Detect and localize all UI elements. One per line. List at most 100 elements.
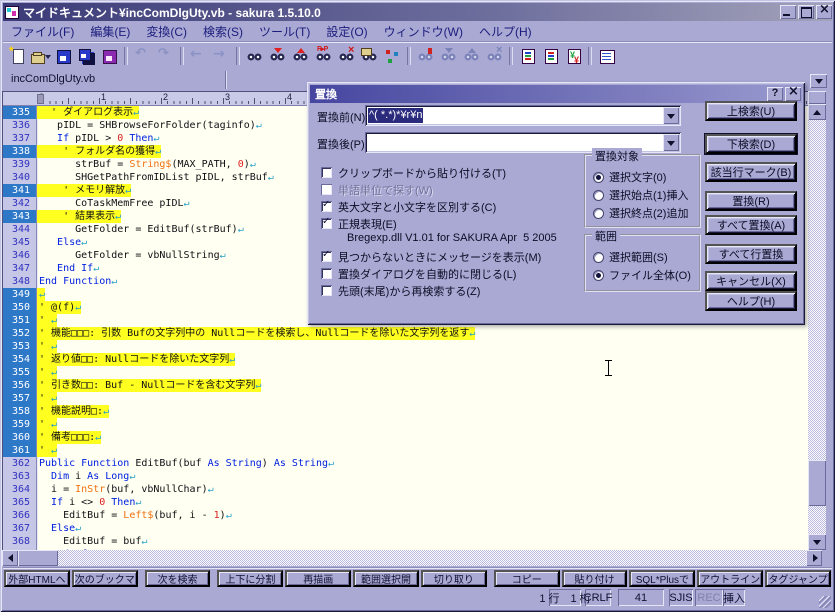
code-line[interactable]: 355 ' [3, 366, 808, 379]
radio-selection-scope[interactable]: 選択範囲(S) [592, 248, 697, 266]
fkey-button[interactable]: 再描画 [285, 570, 351, 587]
menu-settings[interactable]: 設定(O) [318, 22, 375, 41]
checkbox-paste-from-clipboard[interactable]: クリップボードから貼り付ける(T) [319, 164, 589, 181]
fkey-button[interactable]: 範囲選択開 [353, 570, 419, 587]
search-button[interactable] [243, 45, 266, 67]
cancel-button[interactable]: キャンセル(X) [705, 271, 797, 291]
grep-button[interactable] [358, 45, 381, 67]
checkbox-autoclose-dialog[interactable]: 置換ダイアログを自動的に閉じる(L) [319, 265, 589, 282]
code-line[interactable]: 364 i = InStr(buf, vbNullChar) [3, 483, 808, 496]
code-line[interactable]: 367 Else [3, 522, 808, 535]
checkbox-icon[interactable] [321, 268, 332, 279]
scroll-left-button[interactable] [2, 550, 18, 566]
code-line[interactable]: 363 Dim i As Long [3, 470, 808, 483]
horizontal-scrollbar[interactable] [2, 550, 822, 566]
replace-all-lines-button[interactable]: すべて行置換 [705, 244, 797, 264]
fkey-button[interactable]: タグジャンプ [765, 570, 831, 587]
help-button[interactable]: ヘルプ(H) [705, 291, 797, 311]
fkey-button[interactable]: アウトライン [697, 570, 763, 587]
code-line[interactable]: 357 ' [3, 392, 808, 405]
tag-jump-button[interactable] [381, 45, 404, 67]
save-all-button[interactable] [75, 45, 98, 67]
menu-file[interactable]: ファイル(F) [3, 22, 82, 41]
checkbox-regex[interactable]: 正規表現(E) [319, 215, 589, 232]
tab-incComDlgUty[interactable]: incComDlgUty.vb [11, 73, 95, 85]
fkey-button[interactable]: 次を検索 [145, 570, 211, 587]
code-line[interactable]: 366 EditBuf = Left$(buf, i - 1) [3, 509, 808, 522]
code-line[interactable]: 360 ' 備考□□□: [3, 431, 808, 444]
code-line[interactable]: 358 ' 機能説明□: [3, 405, 808, 418]
combo-dropdown-icon[interactable] [663, 107, 679, 124]
scroll-down-button[interactable] [808, 534, 826, 550]
menu-convert[interactable]: 変換(C) [138, 22, 195, 41]
radio-append-at-end[interactable]: 選択終点(2)追加 [592, 204, 697, 222]
outline-button[interactable] [595, 45, 618, 67]
code-line[interactable]: 365 If i <> 0 Then [3, 496, 808, 509]
search-prev-button[interactable] [289, 45, 312, 67]
radio-insert-at-start[interactable]: 選択始点(1)挿入 [592, 186, 697, 204]
common-settings-button[interactable] [539, 45, 562, 67]
checkbox-wrap-search[interactable]: 先頭(末尾)から再検索する(Z) [319, 282, 589, 299]
checkbox-case-sensitive[interactable]: 英大文字と小文字を区別する(C) [319, 198, 589, 215]
fkey-button[interactable]: 外部HTMLヘ [4, 570, 70, 587]
radio-icon[interactable] [593, 208, 604, 219]
menu-tools[interactable]: ツール(T) [251, 22, 318, 41]
search-before-combobox[interactable]: ^( *.*)*¥r¥n [365, 105, 681, 126]
replace-all-button[interactable]: すべて置換(A) [705, 215, 797, 235]
bookmark-clear-button[interactable] [483, 45, 506, 67]
code-line[interactable]: 353 ' [3, 340, 808, 353]
code-line[interactable]: 352 ' 機能□□□: 引数 Bufの文字列中の Nullコードを検索し、Nu… [3, 327, 808, 340]
code-line[interactable]: 361 ' [3, 444, 808, 457]
hscroll-thumb[interactable] [18, 550, 58, 566]
code-line[interactable]: 362 Public Function EditBuf(buf As Strin… [3, 457, 808, 470]
checkbox-icon[interactable] [321, 218, 332, 229]
code-line[interactable]: 356 ' 引き数□□: Buf - Nullコードを含む文字列 [3, 379, 808, 392]
checkbox-icon[interactable] [321, 201, 332, 212]
resize-grip[interactable] [819, 596, 831, 608]
open-dropdown-arrow-icon[interactable] [44, 48, 52, 64]
checkbox-icon[interactable] [321, 167, 332, 178]
code-line[interactable]: 368 EditBuf = buf [3, 535, 808, 548]
menu-edit[interactable]: 編集(E) [82, 22, 138, 41]
menu-help[interactable]: ヘルプ(H) [471, 22, 540, 41]
search-next-button[interactable] [266, 45, 289, 67]
save-button[interactable] [52, 45, 75, 67]
radio-icon[interactable] [593, 270, 604, 281]
redo-button[interactable] [154, 45, 177, 67]
code-line[interactable]: 354 ' 返り値□□: Nullコードを除いた文字列 [3, 353, 808, 366]
fkey-button[interactable]: コピー [494, 570, 560, 587]
mark-lines-button[interactable]: 該当行マーク(B) [705, 162, 797, 182]
radio-whole-file[interactable]: ファイル全体(O) [592, 266, 697, 284]
search-down-button[interactable]: 下検索(D) [705, 134, 797, 154]
radio-icon[interactable] [593, 190, 604, 201]
split-box[interactable] [808, 91, 826, 104]
maximize-button[interactable] [798, 5, 814, 19]
new-file-button[interactable] [6, 45, 29, 67]
replace-button[interactable] [312, 45, 335, 67]
open-file-button[interactable] [29, 45, 52, 67]
keyword-settings-button[interactable] [562, 45, 585, 67]
jump-forward-button[interactable] [210, 45, 233, 67]
bookmark-next-button[interactable] [437, 45, 460, 67]
checkbox-icon[interactable] [321, 251, 332, 262]
menu-search[interactable]: 検索(S) [195, 22, 251, 41]
undo-button[interactable] [131, 45, 154, 67]
radio-icon[interactable] [593, 252, 604, 263]
radio-selected-text[interactable]: 選択文字(0) [592, 168, 697, 186]
vertical-scrollbar[interactable] [808, 91, 826, 550]
bookmark-set-button[interactable] [414, 45, 437, 67]
jump-back-button[interactable] [187, 45, 210, 67]
tab-list-dropdown-button[interactable] [810, 74, 827, 88]
minimize-button[interactable] [780, 5, 796, 19]
combo-dropdown-icon[interactable] [663, 134, 679, 151]
checkbox-word-unit[interactable]: 単語単位で探す(W) [319, 181, 589, 198]
checkbox-icon[interactable] [321, 285, 332, 296]
vscroll-track[interactable] [808, 104, 826, 550]
radio-icon[interactable] [593, 172, 604, 183]
scroll-up-button[interactable] [808, 104, 826, 120]
scroll-right-button[interactable] [806, 550, 822, 566]
type-settings-button[interactable] [516, 45, 539, 67]
close-button[interactable] [816, 5, 832, 19]
fkey-button[interactable]: 貼り付け [562, 570, 628, 587]
search-up-button[interactable]: 上検索(U) [705, 101, 797, 121]
